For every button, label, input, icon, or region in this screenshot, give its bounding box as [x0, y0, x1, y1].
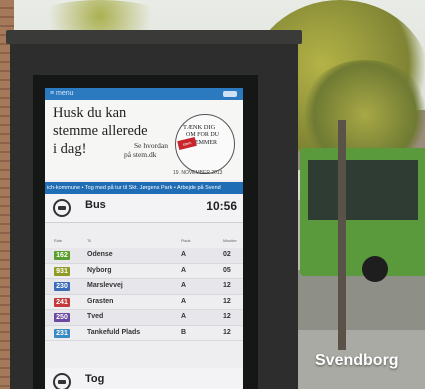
destination: Marslevvej	[87, 282, 123, 289]
table-row: 230 Marslevvej A 12	[45, 279, 243, 295]
table-row: 162 Odense A 02	[45, 248, 243, 264]
destination: Nyborg	[87, 266, 112, 274]
minutes: 05	[223, 266, 231, 274]
platform: A	[181, 266, 187, 274]
route-badge: 230	[54, 282, 70, 291]
train-section-header[interactable]: Tog	[45, 368, 243, 389]
location-caption: Svendborg	[315, 352, 399, 369]
bus-wheel	[362, 256, 388, 282]
minutes: 12	[223, 282, 231, 289]
screen-header: ≡ menu	[45, 88, 243, 100]
route-badge: 231	[54, 328, 70, 338]
train-title: Tog	[85, 373, 105, 385]
table-row: 241 Grasten A 12	[45, 295, 243, 310]
table-row: 250 Tved A 12	[45, 310, 243, 326]
tree-trunk	[338, 120, 346, 350]
header-icons	[223, 91, 237, 97]
destination: Tved	[87, 313, 104, 320]
destination: Grasten	[87, 297, 114, 305]
bus-window	[308, 160, 418, 220]
departure-list: 162 Odense A 02 931 Nyborg A 05 230 Marslevvej A 12…	[45, 248, 243, 341]
platform: B	[181, 328, 187, 336]
bus-icon	[53, 199, 71, 217]
destination: Tankefuld Plads	[87, 328, 141, 336]
route-badge: 162	[54, 251, 70, 260]
route-badge: 931	[54, 266, 70, 276]
bus-title: Bus	[85, 199, 106, 211]
vote-badge: TÆNK DIG OM FOR DU STEMMER stem	[175, 114, 235, 174]
train-icon	[53, 373, 71, 389]
news-ticker: ich-kommune • Tog med på tur til Skt. Jø…	[45, 182, 243, 194]
table-header: Rute Til Plads Minutter	[54, 239, 237, 243]
stamp-icon: stem	[177, 136, 197, 151]
election-ad[interactable]: Husk du kan stemme allerede i dag! Se hv…	[45, 100, 243, 180]
kiosk-roof	[6, 30, 302, 44]
platform: A	[181, 251, 187, 258]
photo-scene: ≡ menu Husk du kan stemme allerede i dag…	[0, 0, 425, 389]
platform: A	[181, 313, 187, 320]
departure-screen: ≡ menu Husk du kan stemme allerede i dag…	[45, 88, 243, 389]
ad-link-text: Se hvordan på stem.dk	[124, 141, 168, 159]
destination: Odense	[87, 251, 113, 258]
platform: A	[181, 297, 187, 305]
green-bus	[300, 148, 425, 282]
minutes: 12	[223, 328, 231, 336]
minutes: 12	[223, 297, 231, 305]
minutes: 02	[223, 251, 231, 258]
route-badge: 241	[54, 297, 70, 307]
clock: 10:56	[206, 199, 237, 213]
header-logo: ≡ menu	[50, 90, 74, 97]
minutes: 12	[223, 313, 231, 320]
route-badge: 250	[54, 313, 70, 322]
ad-date: 19. NOVEMBER 2013	[173, 170, 223, 176]
table-row: 231 Tankefuld Plads B 12	[45, 326, 243, 341]
bus-section-header[interactable]: Bus 10:56	[45, 194, 243, 223]
table-row: 931 Nyborg A 05	[45, 264, 243, 279]
platform: A	[181, 282, 187, 289]
